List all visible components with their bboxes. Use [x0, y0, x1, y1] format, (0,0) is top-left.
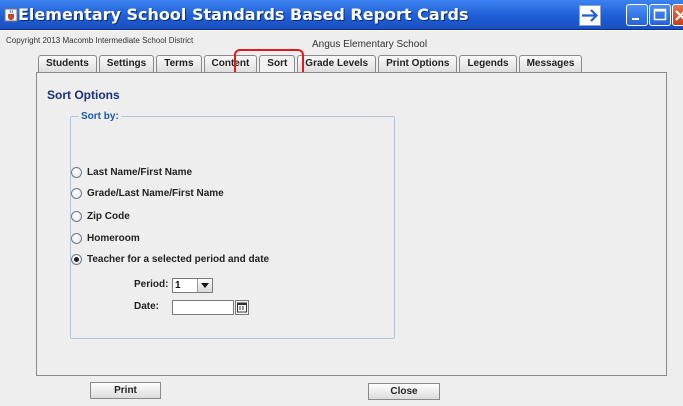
radio-label: Homeroom — [87, 232, 140, 244]
calendar-button[interactable] — [235, 300, 249, 315]
radio-button[interactable] — [71, 187, 82, 199]
tab-print-options[interactable]: Print Options — [378, 55, 458, 72]
radio-label: Zip Code — [87, 210, 130, 222]
arrow-right-icon[interactable] — [579, 5, 601, 26]
print-button[interactable]: Print — [90, 382, 161, 399]
close-window-button[interactable] — [672, 4, 683, 26]
radio-zip-code[interactable]: Zip Code — [71, 209, 130, 223]
close-button[interactable]: Close — [368, 383, 440, 400]
tab-terms[interactable]: Terms — [156, 55, 202, 72]
tab-messages[interactable]: Messages — [518, 55, 583, 72]
maximize-button[interactable] — [649, 4, 671, 26]
sort-panel: Sort Options Sort by: Last Name/First Na… — [36, 72, 667, 376]
tab-bar: Students Settings Terms Content Sort Gra… — [38, 55, 584, 72]
tab-legends[interactable]: Legends — [459, 55, 517, 72]
main-content: Copyright 2013 Macomb Intermediate Schoo… — [0, 31, 683, 406]
close-icon — [675, 10, 683, 21]
school-name: Angus Elementary School — [312, 39, 428, 50]
radio-button[interactable] — [71, 232, 82, 244]
radio-grade-last-first[interactable]: Grade/Last Name/First Name — [71, 186, 224, 200]
tab-content[interactable]: Content — [203, 55, 258, 72]
period-select[interactable]: 1 — [172, 278, 213, 293]
radio-homeroom[interactable]: Homeroom — [71, 231, 140, 245]
calendar-icon — [237, 302, 247, 313]
radio-last-first[interactable]: Last Name/First Name — [71, 165, 192, 179]
radio-teacher-period-date[interactable]: Teacher for a selected period and date — [71, 252, 269, 266]
radio-button[interactable] — [71, 166, 82, 178]
radio-label: Last Name/First Name — [87, 166, 193, 178]
tab-students[interactable]: Students — [38, 55, 97, 72]
period-value: 1 — [175, 280, 181, 291]
date-label: Date: — [134, 301, 160, 312]
date-field[interactable] — [172, 300, 234, 315]
chevron-down-icon[interactable] — [197, 279, 212, 292]
minimize-icon — [632, 18, 639, 20]
tab-settings[interactable]: Settings — [98, 55, 155, 72]
java-cup-icon — [4, 8, 18, 22]
window-title: Elementary School Standards Based Report… — [18, 5, 469, 24]
radio-label: Teacher for a selected period and date — [87, 253, 270, 265]
radio-button-selected[interactable] — [71, 253, 82, 265]
section-title: Sort Options — [47, 88, 120, 102]
tab-grade-levels[interactable]: Grade Levels — [297, 55, 377, 72]
copyright-text: Copyright 2013 Macomb Intermediate Schoo… — [6, 36, 194, 45]
radio-button[interactable] — [71, 210, 82, 222]
radio-label: Grade/Last Name/First Name — [87, 187, 224, 199]
group-label: Sort by: — [79, 111, 121, 122]
minimize-button[interactable] — [626, 4, 648, 26]
period-label: Period: — [134, 279, 169, 290]
title-bar: Elementary School Standards Based Report… — [0, 0, 683, 30]
tab-sort[interactable]: Sort — [259, 55, 296, 72]
maximize-icon — [653, 8, 667, 21]
